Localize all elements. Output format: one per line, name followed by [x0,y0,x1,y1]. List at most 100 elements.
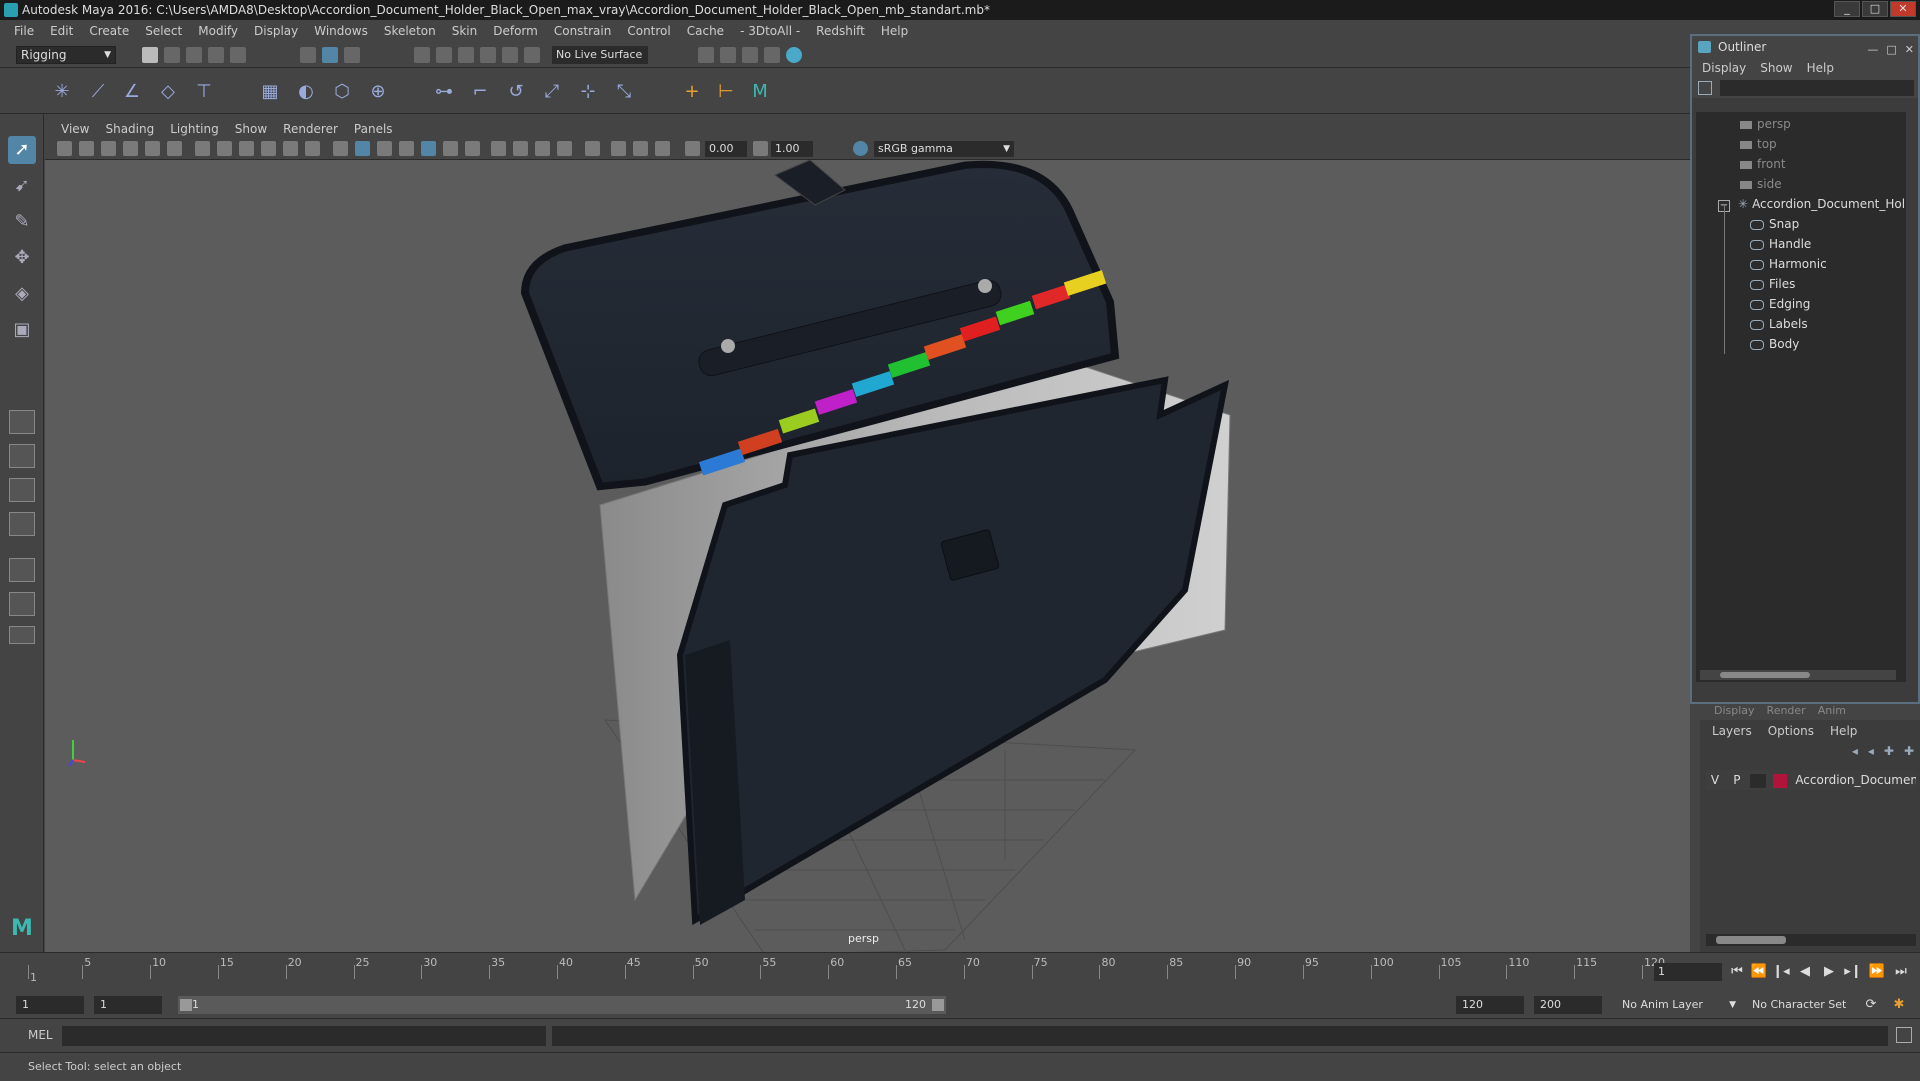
outliner-item-harmonic[interactable]: Harmonic [1750,254,1827,274]
select-tool-icon[interactable]: ➚ [8,136,36,164]
select-hierarchy-icon[interactable] [300,47,316,63]
point-constraint-icon[interactable]: ⊶ [432,80,456,104]
close-button[interactable]: ✕ [1890,1,1916,17]
menu-skeleton[interactable]: Skeleton [376,24,444,38]
xray-joints-icon[interactable] [633,141,648,156]
color-management-icon[interactable] [853,141,868,156]
command-language-label[interactable]: MEL [28,1028,53,1042]
lattice-icon[interactable]: ⬡ [330,80,354,104]
render-icon[interactable] [698,47,714,63]
outliner-close-button[interactable]: ✕ [1905,39,1914,61]
exposure-icon[interactable] [685,141,700,156]
menu-create[interactable]: Create [81,24,137,38]
layer-playback-toggle[interactable]: P [1728,770,1746,790]
outliner-persp-layout-icon[interactable] [9,512,35,536]
current-frame-field[interactable]: 1 [1654,963,1722,981]
outliner-item-persp[interactable]: persp [1740,114,1791,134]
orient-constraint-icon[interactable]: ↺ [504,80,528,104]
live-surface-field[interactable]: No Live Surface [552,46,648,64]
pole-vector-icon[interactable]: ⤡ [612,80,636,104]
animation-start-field[interactable]: 1 [16,996,84,1014]
2d-pan-icon[interactable] [145,141,160,156]
gamma-icon[interactable] [753,141,768,156]
default-material-icon[interactable] [377,141,392,156]
outliner-item-files[interactable]: Files [1750,274,1795,294]
blend-shape-icon[interactable]: ◐ [294,80,318,104]
four-view-layout-icon[interactable] [9,444,35,468]
outliner-hscroll[interactable] [1700,670,1896,680]
step-back-key-icon[interactable]: ⏪ [1750,963,1768,981]
layer-tab-render[interactable]: Render [1767,704,1806,720]
hypershade-icon[interactable] [764,47,780,63]
outliner-minimize-button[interactable]: — [1867,39,1878,61]
save-scene-icon[interactable] [186,47,202,63]
open-scene-icon[interactable] [164,47,180,63]
menu-windows[interactable]: Windows [306,24,376,38]
layer-tab-anim[interactable]: Anim [1818,704,1846,720]
grease-pencil-icon[interactable] [167,141,182,156]
playback-end-field[interactable]: 120 [1456,996,1524,1014]
camera-select-icon[interactable] [57,141,72,156]
lasso-tool-icon[interactable]: ➹ [8,172,36,200]
move-tool-icon[interactable]: ✥ [8,244,36,272]
minimize-button[interactable]: _ [1834,1,1860,17]
playback-start-field[interactable]: 1 [94,996,162,1014]
graph-persp-layout-icon[interactable] [9,558,35,582]
wireframe-icon[interactable] [333,141,348,156]
wrap-icon[interactable]: ⊕ [366,80,390,104]
snap-surface-icon[interactable] [502,47,518,63]
outliner-maximize-button[interactable]: □ [1886,39,1896,61]
maya-m-icon[interactable]: M [748,80,772,104]
wireframe-on-shaded-icon[interactable] [399,141,414,156]
camera-attributes-icon[interactable] [79,141,94,156]
render-settings-icon[interactable] [742,47,758,63]
exposure-field[interactable]: 0.00 [705,141,747,157]
ipr-render-icon[interactable] [720,47,736,63]
layer-row[interactable]: V P Accordion_Document_Holder [1706,770,1916,790]
joint-tool-icon[interactable]: ✳ [50,80,74,104]
outliner-menu-show[interactable]: Show [1756,61,1802,75]
xray-components-icon[interactable] [655,141,670,156]
paint-select-icon[interactable]: ✎ [8,208,36,236]
redshift-icon[interactable] [786,47,802,63]
move-layer-up-icon[interactable]: ◂ [1852,744,1858,758]
outliner-item-group[interactable]: −✳Accordion_Document_Holder [1718,194,1904,214]
snap-curve-icon[interactable] [436,47,452,63]
outliner-menu-display[interactable]: Display [1698,61,1756,75]
custom-layout-icon[interactable] [9,592,35,616]
menu-select[interactable]: Select [137,24,190,38]
step-back-frame-icon[interactable]: ❙◂ [1772,963,1790,981]
layer-menu-help[interactable]: Help [1830,724,1873,738]
anti-aliasing-icon[interactable] [535,141,550,156]
textured-icon[interactable] [421,141,436,156]
outliner-item-edging[interactable]: Edging [1750,294,1810,314]
two-view-layout-icon[interactable] [9,478,35,502]
layer-menu-layers[interactable]: Layers [1712,724,1768,738]
range-end-handle[interactable] [932,999,944,1011]
panel-menu-view[interactable]: View [53,122,97,136]
anim-layer-dropdown[interactable]: No Anim Layer ▼ [1622,996,1738,1014]
undo-icon[interactable] [208,47,224,63]
character-set-dropdown[interactable]: No Character Set [1752,996,1870,1014]
grid-toggle-icon[interactable] [195,141,210,156]
panel-menu-renderer[interactable]: Renderer [275,122,346,136]
outliner-item-front[interactable]: front [1740,154,1786,174]
gate-mask-icon[interactable] [261,141,276,156]
auto-key-icon[interactable]: ⟳ [1862,996,1880,1014]
menu-display[interactable]: Display [246,24,306,38]
field-chart-icon[interactable] [283,141,298,156]
isolate-select-icon[interactable] [585,141,600,156]
bookmark-icon[interactable] [101,141,116,156]
menu-3dtoall[interactable]: - 3DtoAll - [732,24,808,38]
go-to-end-icon[interactable]: ⏭ [1892,963,1910,981]
play-forward-icon[interactable]: ▶ [1820,963,1838,981]
outliner-item-labels[interactable]: Labels [1750,314,1808,334]
depth-of-field-icon[interactable] [557,141,572,156]
outliner-item-handle[interactable]: Handle [1750,234,1811,254]
menu-deform[interactable]: Deform [485,24,546,38]
ambient-occlusion-icon[interactable] [491,141,506,156]
menu-redshift[interactable]: Redshift [808,24,873,38]
ik-spline-icon[interactable]: ∠ [120,80,144,104]
maximize-button[interactable]: □ [1862,1,1888,17]
smooth-shade-icon[interactable] [355,141,370,156]
